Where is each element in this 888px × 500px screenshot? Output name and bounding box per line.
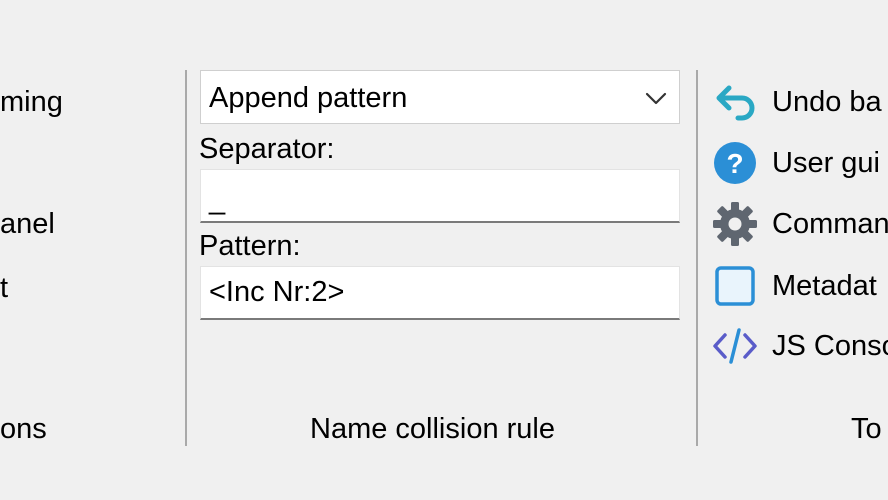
tool-undo-batch[interactable]: Undo ba	[772, 84, 882, 120]
group-separator-left	[185, 70, 187, 446]
collision-mode-selected: Append pattern	[209, 82, 408, 114]
left-group-footer: ons	[0, 413, 47, 445]
group-separator-right	[696, 70, 698, 446]
tool-command[interactable]: Comman	[772, 206, 888, 242]
collision-mode-select[interactable]: Append pattern	[200, 70, 680, 124]
collision-group-footer: Name collision rule	[310, 413, 555, 445]
tool-metadata[interactable]: Metadat	[772, 268, 877, 304]
left-group-item-t[interactable]: t	[0, 270, 8, 306]
tools-group-footer: To	[851, 413, 882, 445]
svg-text:?: ?	[726, 148, 743, 179]
help-icon: ?	[714, 142, 756, 184]
gear-icon	[713, 202, 757, 246]
separator-label: Separator:	[199, 133, 335, 165]
separator-input[interactable]: _	[200, 169, 680, 223]
left-group-item-panel[interactable]: anel	[0, 206, 55, 242]
pattern-label: Pattern:	[199, 230, 301, 262]
chevron-down-icon	[645, 92, 667, 105]
tool-user-guide[interactable]: User gui	[772, 145, 880, 181]
checkbox-icon	[715, 266, 755, 306]
pattern-input[interactable]	[200, 266, 680, 320]
tool-js-console[interactable]: JS Conso	[772, 328, 888, 364]
undo-arrow-icon	[716, 85, 755, 121]
code-icon	[713, 328, 757, 364]
left-group-item-naming[interactable]: ming	[0, 84, 63, 120]
